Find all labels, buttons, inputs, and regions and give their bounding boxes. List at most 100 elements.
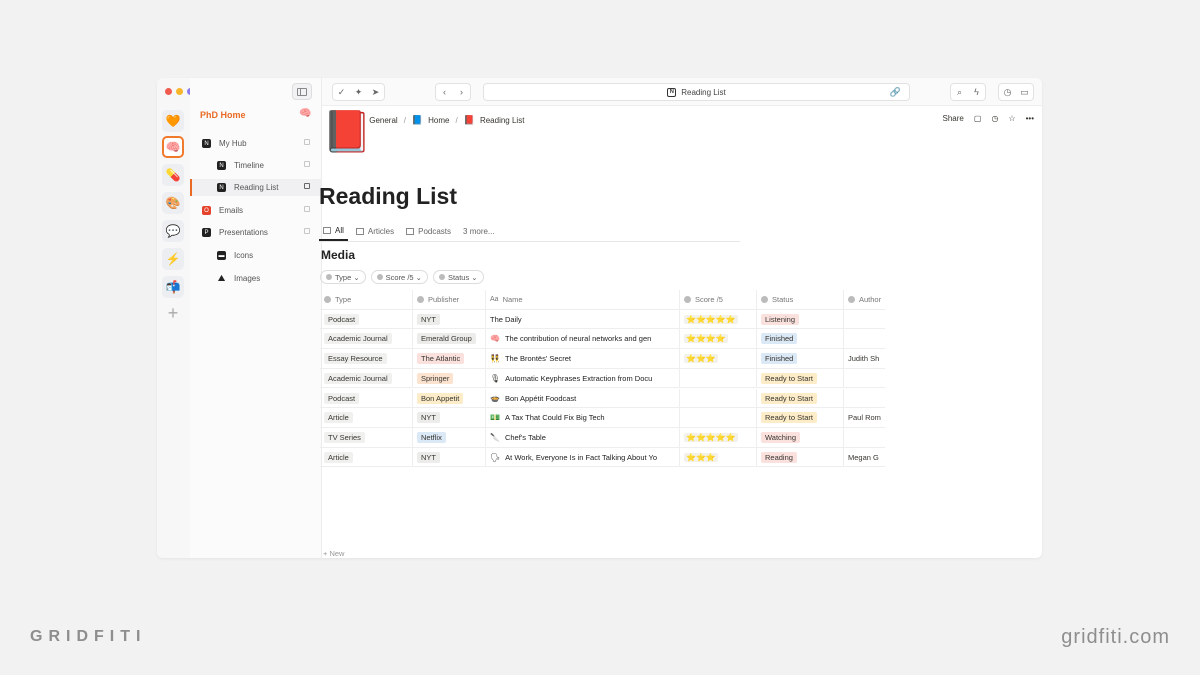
- cell-type[interactable]: TV Series: [320, 427, 413, 447]
- column-header-status[interactable]: Status: [757, 290, 844, 309]
- cell-score[interactable]: [680, 388, 757, 408]
- rail-pill-button[interactable]: 💊: [162, 164, 184, 186]
- minimize-dot[interactable]: [176, 88, 183, 95]
- comment-icon[interactable]: ▢: [974, 114, 982, 123]
- clock-icon[interactable]: ◷: [999, 84, 1016, 100]
- check-icon[interactable]: ✓: [333, 84, 350, 100]
- send-icon[interactable]: ➤: [367, 84, 384, 100]
- rail-speech-button[interactable]: 💬: [162, 220, 184, 242]
- table-row[interactable]: Academic Journal Springer 🎙 Automatic Keyph…: [320, 368, 885, 389]
- cell-author[interactable]: [844, 389, 885, 408]
- cell-status[interactable]: Finished: [757, 329, 844, 349]
- table-row[interactable]: Academic Journal Emerald Group 🧠 The contri…: [320, 329, 885, 350]
- cell-author[interactable]: Paul Rom: [844, 408, 885, 427]
- filter-status[interactable]: Status ⌄: [432, 270, 484, 284]
- cell-publisher[interactable]: The Atlantic: [413, 349, 486, 369]
- rail-heart-button[interactable]: 🧡: [162, 110, 184, 132]
- cell-type[interactable]: Academic Journal: [320, 329, 413, 349]
- cell-name[interactable]: 👯 The Brontës' Secret: [486, 349, 680, 369]
- column-header-publisher[interactable]: Publisher: [413, 290, 486, 309]
- tab-all[interactable]: All: [319, 222, 348, 241]
- forward-icon[interactable]: ›: [453, 84, 470, 100]
- sidebar-item-timeline[interactable]: N Timeline: [190, 157, 322, 174]
- address-bar[interactable]: N Reading List 🔗: [483, 83, 910, 101]
- cell-publisher[interactable]: NYT: [413, 309, 486, 329]
- sidebar-item-images[interactable]: ⛰ Images: [190, 270, 322, 287]
- cell-status[interactable]: Watching: [757, 427, 844, 447]
- sidebar-item-presentations[interactable]: P Presentations: [190, 224, 322, 241]
- back-icon[interactable]: ‹: [436, 84, 453, 100]
- cell-name[interactable]: The Daily: [486, 309, 680, 329]
- lightning-icon[interactable]: ϟ: [968, 84, 985, 100]
- toggle-sidebar-button[interactable]: [292, 83, 312, 100]
- star-icon[interactable]: ☆: [1008, 114, 1015, 123]
- cell-publisher[interactable]: NYT: [413, 447, 486, 467]
- rail-palette-button[interactable]: 🎨: [162, 192, 184, 214]
- cell-publisher[interactable]: Emerald Group: [413, 329, 486, 349]
- cell-name[interactable]: 🍲 Bon Appétit Foodcast: [486, 388, 680, 408]
- cell-score[interactable]: ⭐⭐⭐⭐⭐: [680, 427, 757, 447]
- cell-score[interactable]: ⭐⭐⭐: [680, 447, 757, 467]
- column-header-author[interactable]: Author: [844, 290, 885, 309]
- filter-type[interactable]: Type ⌄: [320, 270, 366, 284]
- column-header-type[interactable]: Type: [320, 290, 413, 309]
- new-row-button[interactable]: + New: [323, 549, 344, 558]
- cell-status[interactable]: Ready to Start: [757, 408, 844, 428]
- share-button[interactable]: Share: [943, 114, 964, 123]
- column-header-score[interactable]: Score /5: [680, 290, 757, 309]
- filter-score[interactable]: Score /5 ⌄: [370, 270, 428, 284]
- cell-score[interactable]: ⭐⭐⭐: [680, 349, 757, 369]
- cell-author[interactable]: Megan G: [844, 448, 885, 467]
- tab-podcasts[interactable]: Podcasts: [402, 222, 455, 241]
- cell-author[interactable]: Judith Sh: [844, 349, 885, 368]
- rail-mailbox-button[interactable]: 📬: [162, 276, 184, 298]
- cell-status[interactable]: Reading: [757, 447, 844, 467]
- table-row[interactable]: Essay Resource The Atlantic 👯 The Brontës' …: [320, 349, 885, 369]
- sidebar-item-my-hub[interactable]: N My Hub: [190, 135, 322, 152]
- cell-name[interactable]: 🗣 At Work, Everyone Is in Fact Talking Ab…: [486, 447, 680, 467]
- cell-publisher[interactable]: Springer: [413, 368, 486, 388]
- cell-name[interactable]: 🎙 Automatic Keyphrases Extraction from Do…: [486, 368, 680, 388]
- sparkle-icon[interactable]: ✦: [350, 84, 367, 100]
- link-icon[interactable]: 🔗: [890, 87, 901, 98]
- close-dot[interactable]: [165, 88, 172, 95]
- panel-icon[interactable]: ▭: [1016, 84, 1033, 100]
- cell-status[interactable]: Ready to Start: [757, 388, 844, 408]
- cell-publisher[interactable]: Bon Appetit: [413, 388, 486, 408]
- tab-more[interactable]: 3 more...: [459, 222, 499, 241]
- cell-name[interactable]: 🔪 Chef's Table: [486, 427, 680, 447]
- column-header-name[interactable]: Aa Name: [486, 290, 680, 309]
- more-icon[interactable]: •••: [1026, 114, 1034, 123]
- workspace-name[interactable]: PhD Home: [200, 110, 246, 120]
- cell-type[interactable]: Podcast: [320, 309, 413, 329]
- cell-name[interactable]: 🧠 The contribution of neural networks and…: [486, 329, 680, 349]
- cell-status[interactable]: Finished: [757, 349, 844, 369]
- page-icon[interactable]: 📕: [322, 112, 372, 152]
- cell-score[interactable]: ⭐⭐⭐⭐: [680, 329, 757, 349]
- table-row[interactable]: Article NYT 💵 A Tax That Could Fix Big Tech…: [320, 408, 885, 428]
- table-row[interactable]: Podcast NYT The Daily ⭐⭐⭐⭐⭐ Listening: [320, 309, 885, 330]
- cell-author[interactable]: [844, 369, 885, 388]
- cell-type[interactable]: Article: [320, 408, 413, 428]
- cell-type[interactable]: Academic Journal: [320, 368, 413, 388]
- cell-author[interactable]: [844, 329, 885, 348]
- table-row[interactable]: Podcast Bon Appetit 🍲 Bon Appétit Foodcast R…: [320, 388, 885, 409]
- cell-author[interactable]: [844, 428, 885, 447]
- add-workspace-button[interactable]: +: [165, 304, 181, 322]
- cell-status[interactable]: Listening: [757, 309, 844, 329]
- rail-bolt-button[interactable]: ⚡: [162, 248, 184, 270]
- breadcrumb-home[interactable]: 📘 Home: [412, 115, 450, 126]
- search-icon[interactable]: ⌕: [951, 84, 968, 100]
- cell-type[interactable]: Podcast: [320, 388, 413, 408]
- sidebar-item-emails[interactable]: O Emails: [190, 202, 322, 219]
- table-row[interactable]: TV Series Netflix 🔪 Chef's Table ⭐⭐⭐⭐⭐ Watchi…: [320, 427, 885, 448]
- cell-type[interactable]: Essay Resource: [320, 349, 413, 369]
- table-row[interactable]: Article NYT 🗣 At Work, Everyone Is in Fact …: [320, 447, 885, 468]
- cell-publisher[interactable]: Netflix: [413, 427, 486, 447]
- history-icon[interactable]: ◷: [991, 114, 998, 123]
- cell-status[interactable]: Ready to Start: [757, 368, 844, 388]
- cell-score[interactable]: [680, 368, 757, 388]
- breadcrumb-reading-list[interactable]: 📕 Reading List: [464, 115, 525, 126]
- cell-author[interactable]: [844, 310, 885, 329]
- cell-type[interactable]: Article: [320, 447, 413, 467]
